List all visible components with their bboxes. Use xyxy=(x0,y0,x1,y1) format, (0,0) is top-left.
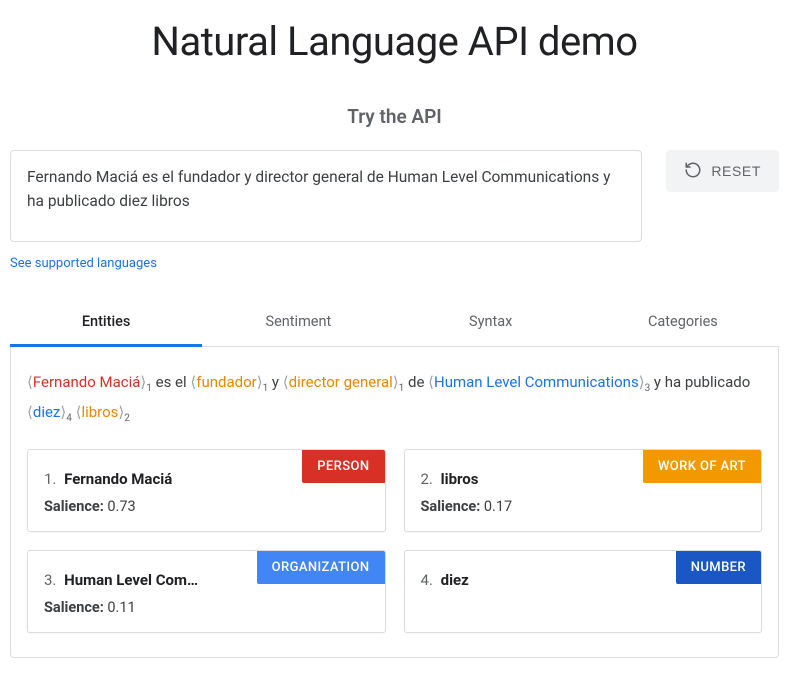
subtitle: Try the API xyxy=(10,105,779,128)
entity-span: ⟨libros⟩2 xyxy=(76,403,130,421)
entity-type-chip: ORGANIZATION xyxy=(257,551,385,584)
entity-card: ORGANIZATION3. Human Level Com…Salience:… xyxy=(27,550,386,633)
entity-card: WORK OF ART2. librosSalience: 0.17 xyxy=(404,449,763,532)
page-title: Natural Language API demo xyxy=(10,18,779,65)
entity-span: ⟨fundador⟩1 xyxy=(190,373,268,391)
entity-span: ⟨Fernando Maciá⟩1 xyxy=(27,373,152,391)
entity-card: PERSON1. Fernando MaciáSalience: 0.73 xyxy=(27,449,386,532)
tab-sentiment[interactable]: Sentiment xyxy=(202,299,394,347)
tab-entities[interactable]: Entities xyxy=(10,299,202,347)
tab-syntax[interactable]: Syntax xyxy=(395,299,587,347)
entity-type-chip: NUMBER xyxy=(676,551,761,584)
entity-span: ⟨director general⟩1 xyxy=(283,373,405,391)
entity-card: NUMBER4. diez xyxy=(404,550,763,633)
annotated-text: ⟨Fernando Maciá⟩1 es el ⟨fundador⟩1 y ⟨d… xyxy=(27,367,762,427)
reset-label: RESET xyxy=(711,163,761,179)
entity-type-chip: PERSON xyxy=(302,450,384,483)
entity-cards: PERSON1. Fernando MaciáSalience: 0.73WOR… xyxy=(27,449,762,633)
entity-span: ⟨Human Level Communications⟩3 xyxy=(428,373,650,391)
input-row: RESET xyxy=(10,150,779,242)
analysis-input[interactable] xyxy=(10,150,642,242)
salience-row: Salience: 0.11 xyxy=(44,599,369,616)
tab-categories[interactable]: Categories xyxy=(587,299,779,347)
reset-button[interactable]: RESET xyxy=(666,150,779,192)
results-panel: ⟨Fernando Maciá⟩1 es el ⟨fundador⟩1 y ⟨d… xyxy=(10,347,779,658)
salience-row: Salience: 0.17 xyxy=(421,498,746,515)
tabs: EntitiesSentimentSyntaxCategories xyxy=(10,299,779,347)
entity-type-chip: WORK OF ART xyxy=(643,450,761,483)
supported-languages-link[interactable]: See supported languages xyxy=(10,256,157,271)
entity-span: ⟨diez⟩4 xyxy=(27,403,72,421)
reset-icon xyxy=(684,161,702,182)
salience-row: Salience: 0.73 xyxy=(44,498,369,515)
